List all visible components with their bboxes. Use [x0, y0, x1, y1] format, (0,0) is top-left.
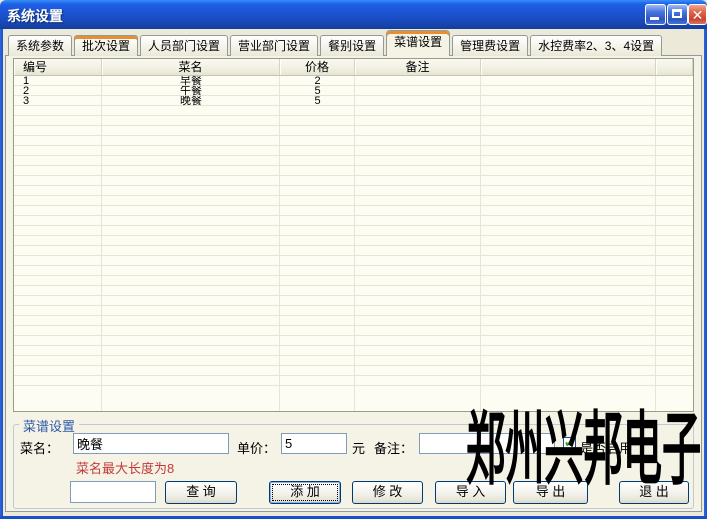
table-row[interactable]	[14, 286, 693, 296]
tab-4[interactable]: 餐别设置	[320, 35, 384, 56]
table-row[interactable]	[14, 146, 693, 156]
title-bar: 系统设置	[0, 0, 707, 29]
table-cell	[355, 86, 481, 96]
tab-5[interactable]: 菜谱设置	[386, 30, 450, 56]
table-row[interactable]	[14, 326, 693, 336]
table-cell: 2	[280, 76, 355, 86]
column-header-5[interactable]	[656, 59, 693, 75]
table-row[interactable]	[14, 206, 693, 216]
column-header-2[interactable]: 价格	[280, 59, 355, 75]
remark-label: 备注：	[374, 438, 413, 457]
maximize-button[interactable]	[667, 4, 688, 25]
column-header-3[interactable]: 备注	[355, 59, 481, 75]
column-header-4[interactable]	[481, 59, 656, 75]
table-row[interactable]	[14, 356, 693, 366]
table-cell: 1	[14, 76, 102, 86]
column-header-1[interactable]: 菜名	[102, 59, 280, 75]
system-settings-window: 系统设置 ✕ 系统参数批次设置人员部门设置营业部门设置餐别设置菜谱设置管理费设置…	[0, 0, 707, 519]
close-button[interactable]: ✕	[688, 4, 707, 25]
table-row[interactable]	[14, 106, 693, 116]
unit-price-label: 单价：	[237, 438, 276, 457]
max-length-hint: 菜名最大长度为8	[76, 458, 174, 477]
table-cell: 早餐	[102, 76, 280, 86]
table-row[interactable]	[14, 226, 693, 236]
window-frame-left	[0, 29, 3, 519]
table-cell: 5	[280, 96, 355, 106]
table-cell: 5	[280, 86, 355, 96]
menu-table-header: 编号菜名价格备注	[14, 59, 693, 76]
tab-0[interactable]: 系统参数	[8, 35, 72, 56]
table-row[interactable]	[14, 366, 693, 376]
table-row[interactable]	[14, 116, 693, 126]
table-row[interactable]: 2午餐5	[14, 86, 693, 96]
maximize-icon	[672, 9, 682, 18]
table-row[interactable]	[14, 296, 693, 306]
table-row[interactable]	[14, 186, 693, 196]
menu-table[interactable]: 编号菜名价格备注 1早餐22午餐53晚餐5	[13, 58, 694, 412]
table-row[interactable]	[14, 126, 693, 136]
menu-table-body: 1早餐22午餐53晚餐5	[14, 76, 693, 412]
tab-1[interactable]: 批次设置	[74, 35, 138, 56]
close-icon: ✕	[689, 6, 706, 24]
table-row[interactable]	[14, 156, 693, 166]
table-row[interactable]	[14, 266, 693, 276]
table-row[interactable]	[14, 246, 693, 256]
table-cell: 晚餐	[102, 96, 280, 106]
yuan-unit-label: 元	[352, 438, 365, 457]
table-row[interactable]	[14, 176, 693, 186]
table-row[interactable]	[14, 376, 693, 386]
table-row[interactable]	[14, 276, 693, 286]
tab-7[interactable]: 水控费率2、3、4设置	[530, 35, 662, 56]
query-button[interactable]: 查 询	[165, 481, 237, 504]
table-row[interactable]	[14, 236, 693, 246]
table-row[interactable]	[14, 346, 693, 356]
tab-bar: 系统参数批次设置人员部门设置营业部门设置餐别设置菜谱设置管理费设置水控费率2、3…	[8, 30, 664, 56]
table-cell	[355, 76, 481, 86]
table-cell: 2	[14, 86, 102, 96]
table-row[interactable]: 3晚餐5	[14, 96, 693, 106]
table-cell: 午餐	[102, 86, 280, 96]
add-button[interactable]: 添 加	[269, 481, 341, 504]
dish-name-label: 菜名：	[20, 438, 59, 457]
table-row[interactable]	[14, 166, 693, 176]
table-row[interactable]	[14, 136, 693, 146]
tab-3[interactable]: 营业部门设置	[230, 35, 318, 56]
tab-6[interactable]: 管理费设置	[452, 35, 528, 56]
window-title: 系统设置	[7, 6, 63, 26]
table-cell: 3	[14, 96, 102, 106]
table-row[interactable]	[14, 316, 693, 326]
unit-price-input[interactable]	[281, 433, 347, 454]
minimize-icon	[650, 17, 659, 20]
table-row[interactable]	[14, 306, 693, 316]
table-row[interactable]: 1早餐2	[14, 76, 693, 86]
watermark-text: 郑州兴邦电子	[466, 410, 701, 490]
table-cell	[355, 96, 481, 106]
groupbox-label: 菜谱设置	[19, 416, 79, 435]
column-header-0[interactable]: 编号	[14, 59, 102, 75]
table-row[interactable]	[14, 256, 693, 266]
search-input[interactable]	[70, 481, 156, 503]
tab-2[interactable]: 人员部门设置	[140, 35, 228, 56]
table-row[interactable]	[14, 196, 693, 206]
table-row[interactable]	[14, 336, 693, 346]
minimize-button[interactable]	[645, 4, 666, 25]
table-row[interactable]	[14, 216, 693, 226]
dish-name-input[interactable]	[73, 433, 229, 454]
modify-button[interactable]: 修 改	[352, 481, 423, 504]
